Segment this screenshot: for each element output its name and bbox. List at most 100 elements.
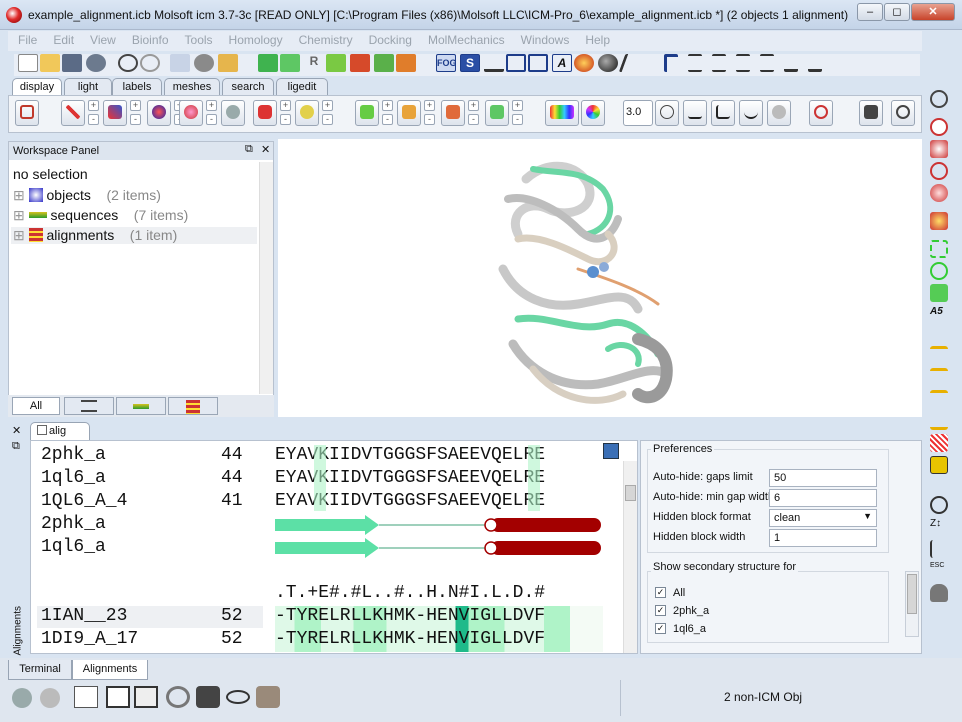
camera-icon[interactable] — [196, 686, 220, 708]
select-clear-icon[interactable] — [396, 54, 416, 72]
rotate-view-icon[interactable] — [809, 100, 833, 126]
clip-icon[interactable] — [930, 212, 948, 230]
select-more-icon[interactable] — [374, 54, 394, 72]
menu-help[interactable]: Help — [575, 31, 616, 47]
save-icon[interactable] — [62, 54, 82, 72]
xstick-button[interactable] — [179, 100, 203, 126]
distance-value-field[interactable]: 3.0 — [623, 100, 653, 126]
undo-icon[interactable] — [118, 54, 138, 72]
hand-icon[interactable] — [930, 584, 948, 602]
var-plus-button[interactable]: + — [468, 100, 479, 111]
gaps-limit-field[interactable]: 50 — [769, 469, 877, 487]
site-plus-button[interactable]: + — [512, 100, 523, 111]
site-label-button[interactable] — [485, 100, 509, 126]
settings-gear-icon[interactable] — [166, 686, 190, 708]
filter-tab-alignments[interactable] — [168, 397, 218, 415]
stop-icon[interactable] — [12, 688, 32, 708]
menu-chemistry[interactable]: Chemistry — [289, 31, 359, 47]
select-x-icon[interactable] — [930, 284, 948, 302]
measure-torsion-icon[interactable] — [739, 100, 763, 126]
select-icon[interactable] — [258, 54, 278, 72]
sidebar-toggle-icon[interactable] — [134, 686, 158, 708]
expand-icon[interactable]: ⊞ — [13, 207, 25, 223]
close-panel-icon[interactable]: ✕ — [261, 143, 270, 156]
plugin-icon[interactable] — [256, 686, 280, 708]
tree-item-alignments[interactable]: ⊞ alignments (1 item) — [11, 227, 257, 244]
xstick-plus-button[interactable]: + — [206, 100, 217, 111]
wire-plus-button[interactable]: + — [88, 100, 99, 111]
tab-ligedit[interactable]: ligedit — [276, 78, 328, 96]
atom-label-button[interactable] — [397, 100, 421, 126]
restore-view-icon[interactable] — [891, 100, 915, 126]
lasso-icon[interactable] — [930, 262, 948, 280]
font-a-icon[interactable]: A — [552, 54, 572, 72]
tool-b-icon[interactable]: Z↕ — [930, 518, 948, 536]
molecule-3d-view[interactable] — [278, 139, 922, 417]
go-icon[interactable] — [40, 688, 60, 708]
ss-all-checkbox[interactable]: ✓ — [655, 587, 666, 598]
new-file-icon[interactable] — [18, 54, 38, 72]
wire-button[interactable] — [61, 100, 85, 126]
menu-docking[interactable]: Docking — [359, 31, 418, 47]
align-2-icon[interactable] — [930, 368, 948, 386]
menu-homology[interactable]: Homology — [219, 31, 289, 47]
tool-a-icon[interactable] — [930, 496, 948, 514]
color-palette-button[interactable] — [545, 100, 579, 126]
maximize-button[interactable]: ◻ — [884, 3, 910, 21]
s-button[interactable]: S — [460, 54, 480, 72]
tab-search[interactable]: search — [222, 78, 274, 96]
workspace-scrollbar[interactable] — [259, 162, 273, 394]
surface-button[interactable] — [221, 100, 245, 126]
menu-windows[interactable]: Windows — [511, 31, 576, 47]
sphere-icon[interactable] — [598, 54, 618, 72]
min-gap-width-field[interactable]: 6 — [769, 489, 877, 507]
stick-plus-button[interactable]: + — [130, 100, 141, 111]
search-db-icon[interactable] — [194, 54, 214, 72]
var-label-button[interactable] — [441, 100, 465, 126]
select-box-icon[interactable] — [930, 240, 948, 258]
align-mid-icon[interactable] — [688, 54, 702, 72]
window-icon[interactable] — [106, 686, 130, 708]
panel-layout-icon[interactable] — [74, 686, 98, 708]
align-top-icon[interactable] — [664, 54, 678, 72]
glasses-icon[interactable] — [484, 54, 504, 72]
tab-terminal[interactable]: Terminal — [8, 660, 72, 680]
res-label-button[interactable] — [355, 100, 379, 126]
res-minus-button[interactable]: - — [382, 114, 393, 125]
tab-light[interactable]: light — [64, 78, 112, 96]
alignment-settings-icon[interactable] — [603, 443, 619, 459]
zoom-icon[interactable] — [930, 162, 948, 180]
tag-icon[interactable] — [218, 54, 238, 72]
stick-minus-button[interactable]: - — [130, 114, 141, 125]
atom-plus-button[interactable]: + — [424, 100, 435, 111]
r-icon[interactable]: R — [304, 54, 324, 72]
tab-alignments[interactable]: Alignments — [72, 660, 148, 680]
minimize-button[interactable]: – — [857, 3, 883, 21]
ribbon-button[interactable] — [253, 100, 277, 126]
tree-item-sequences[interactable]: ⊞ sequences (7 items) — [13, 207, 188, 224]
stick-button[interactable] — [103, 100, 127, 126]
tool-c-icon[interactable] — [930, 540, 948, 558]
close-button[interactable]: ✕ — [911, 3, 955, 21]
display-mode-button[interactable] — [15, 100, 39, 126]
a5-icon[interactable]: A5 — [930, 306, 948, 324]
align-lower-icon[interactable] — [760, 54, 774, 72]
skin-button[interactable] — [295, 100, 319, 126]
align-4-icon[interactable] — [930, 412, 948, 430]
menu-edit[interactable]: Edit — [43, 31, 80, 47]
expand-icon[interactable]: ⊞ — [13, 227, 25, 243]
move-icon[interactable] — [930, 140, 948, 158]
alignment-side-close[interactable]: ✕ — [12, 424, 21, 437]
tab-meshes[interactable]: meshes — [164, 78, 220, 96]
align-3-icon[interactable] — [930, 390, 948, 408]
lock-icon[interactable] — [930, 456, 948, 474]
select-swap-icon[interactable] — [350, 54, 370, 72]
select-residue-icon[interactable] — [280, 54, 300, 72]
menu-file[interactable]: File — [8, 31, 43, 47]
scroll-thumb[interactable] — [907, 574, 917, 614]
tree-item-objects[interactable]: ⊞ objects (2 items) — [13, 187, 161, 204]
var-minus-button[interactable]: - — [468, 114, 479, 125]
atom-minus-button[interactable]: - — [424, 114, 435, 125]
align-center-icon[interactable] — [736, 54, 750, 72]
measure-clear-icon[interactable] — [767, 100, 791, 126]
